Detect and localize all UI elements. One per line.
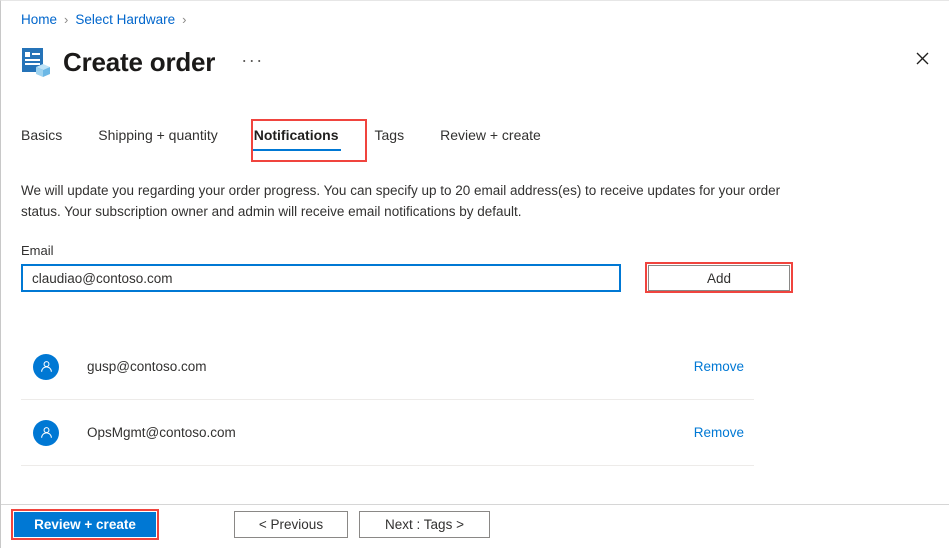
breadcrumb-chevron-icon: › <box>64 12 69 27</box>
action-bar: Review + create < Previous Next : Tags > <box>1 504 949 548</box>
page-title: Create order <box>63 46 216 77</box>
email-field-label: Email <box>21 243 54 258</box>
order-document-box-icon <box>19 45 53 79</box>
review-create-button[interactable]: Review + create <box>14 512 156 537</box>
tab-review-create[interactable]: Review + create <box>438 125 543 153</box>
more-options-icon[interactable]: ··· <box>237 49 267 75</box>
remove-recipient-link[interactable]: Remove <box>694 359 744 374</box>
tab-notifications[interactable]: Notifications <box>251 125 341 153</box>
notifications-description: We will update you regarding your order … <box>21 183 781 219</box>
email-input[interactable] <box>21 264 621 292</box>
breadcrumb-item-home[interactable]: Home <box>21 11 57 29</box>
remove-recipient-link[interactable]: Remove <box>694 425 744 440</box>
tab-tags[interactable]: Tags <box>373 125 407 153</box>
close-icon[interactable] <box>907 43 937 73</box>
breadcrumb-chevron-icon: › <box>182 12 187 27</box>
next-tags-button[interactable]: Next : Tags > <box>359 511 490 538</box>
previous-button[interactable]: < Previous <box>234 511 348 538</box>
create-order-blade: Home › Select Hardware › Create order ··… <box>0 0 949 548</box>
add-email-button[interactable]: Add <box>648 265 790 291</box>
breadcrumb-item-select-hardware[interactable]: Select Hardware <box>75 11 175 29</box>
recipient-email: OpsMgmt@contoso.com <box>87 425 236 440</box>
list-item: gusp@contoso.com Remove <box>21 334 754 400</box>
avatar <box>33 419 59 446</box>
tab-basics[interactable]: Basics <box>19 125 64 153</box>
avatar <box>33 353 59 380</box>
breadcrumb: Home › Select Hardware › <box>21 11 194 29</box>
title-row: Create order ··· <box>19 39 268 85</box>
list-item: OpsMgmt@contoso.com Remove <box>21 400 754 466</box>
recipient-list: gusp@contoso.com Remove OpsMgmt@contoso.… <box>21 334 754 466</box>
tab-bar: Basics Shipping + quantity Notifications… <box>19 125 575 159</box>
recipient-email: gusp@contoso.com <box>87 359 207 374</box>
tab-shipping-quantity[interactable]: Shipping + quantity <box>96 125 219 153</box>
